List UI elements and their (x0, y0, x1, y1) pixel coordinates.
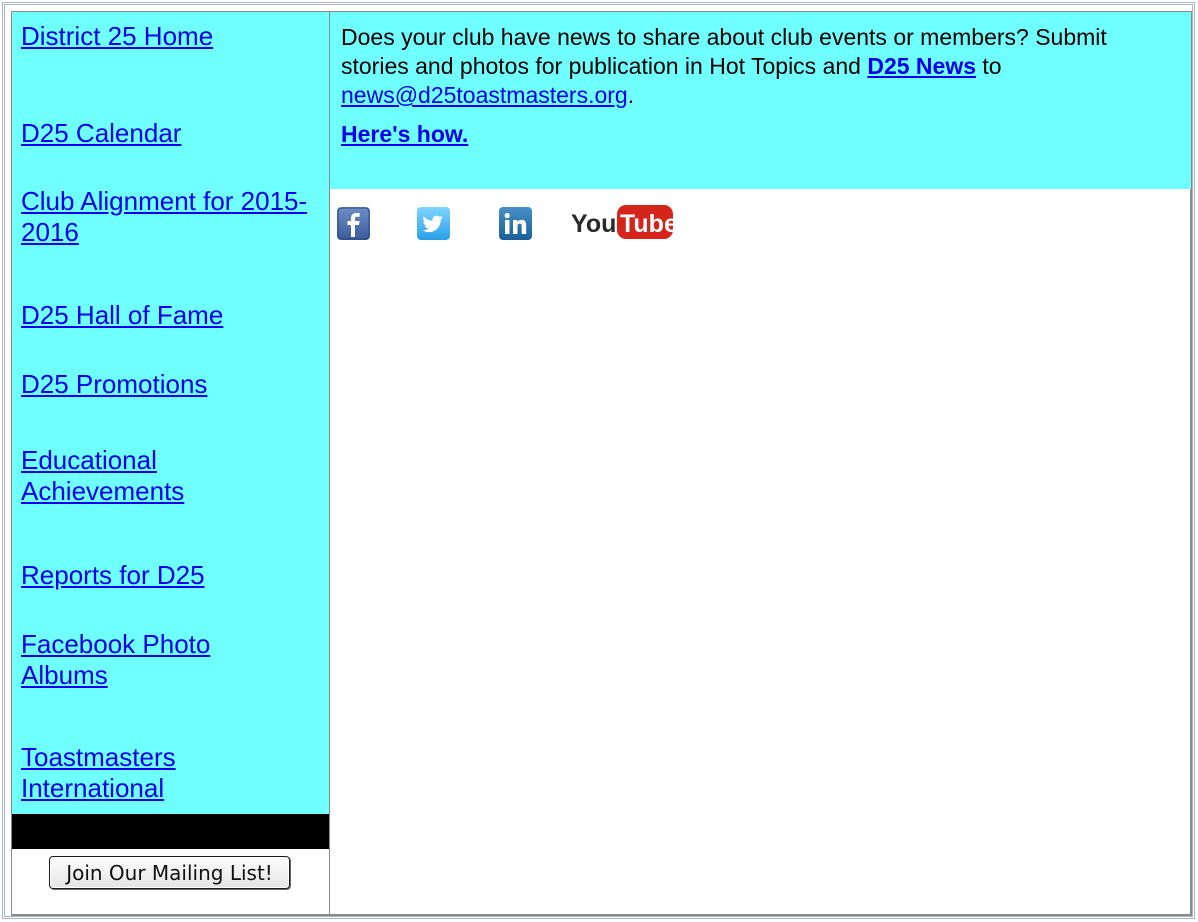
youtube-icon[interactable]: You Tube (569, 203, 679, 243)
news-text-after: . (627, 82, 635, 108)
sidebar: District 25 Home D25 Calendar Club Align… (12, 12, 329, 814)
d25-news-link[interactable]: D25 News (867, 53, 976, 79)
layout-table: District 25 Home D25 Calendar Club Align… (11, 11, 1192, 916)
join-mailing-list-button[interactable]: Join Our Mailing List! (49, 856, 290, 889)
page-frame: District 25 Home D25 Calendar Club Align… (2, 2, 1195, 919)
sidebar-black-bar (12, 814, 329, 849)
sidebar-item-facebook-albums[interactable]: Facebook Photo Albums (21, 629, 271, 691)
sidebar-item-toastmasters-international[interactable]: Toastmasters International (21, 742, 241, 804)
sidebar-item-reports[interactable]: Reports for D25 (21, 560, 321, 591)
sidebar-item-calendar[interactable]: D25 Calendar (21, 118, 321, 149)
sidebar-item-district-home[interactable]: District 25 Home (21, 21, 321, 52)
sidebar-item-hall-of-fame[interactable]: D25 Hall of Fame (21, 300, 321, 331)
linkedin-icon[interactable] (499, 207, 532, 240)
youtube-tube-text: Tube (620, 210, 678, 238)
howto-link[interactable]: Here's how. (341, 121, 468, 147)
sidebar-item-educational-achievements[interactable]: Educational Achievements (21, 445, 241, 507)
twitter-icon[interactable] (417, 207, 450, 240)
news-text-middle: to (976, 53, 1002, 79)
facebook-icon[interactable] (337, 207, 370, 240)
youtube-you-text: You (571, 210, 616, 238)
email-link[interactable]: news@d25toastmasters.org (341, 82, 628, 108)
sidebar-item-promotions[interactable]: D25 Promotions (21, 369, 321, 400)
news-panel: Does your club have news to share about … (330, 12, 1191, 189)
howto-paragraph: Here's how. (341, 120, 1177, 149)
sidebar-item-club-alignment[interactable]: Club Alignment for 2015-2016 (21, 186, 311, 248)
news-paragraph: Does your club have news to share about … (341, 23, 1177, 110)
